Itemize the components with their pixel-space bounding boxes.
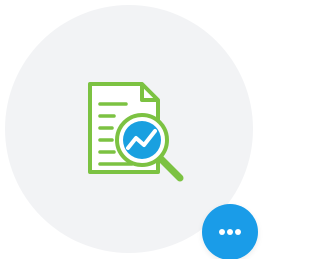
empty-state-panel <box>0 0 263 259</box>
document-analysis-icon <box>88 82 184 182</box>
more-horizontal-icon <box>219 229 241 235</box>
more-options-button[interactable] <box>202 204 258 259</box>
